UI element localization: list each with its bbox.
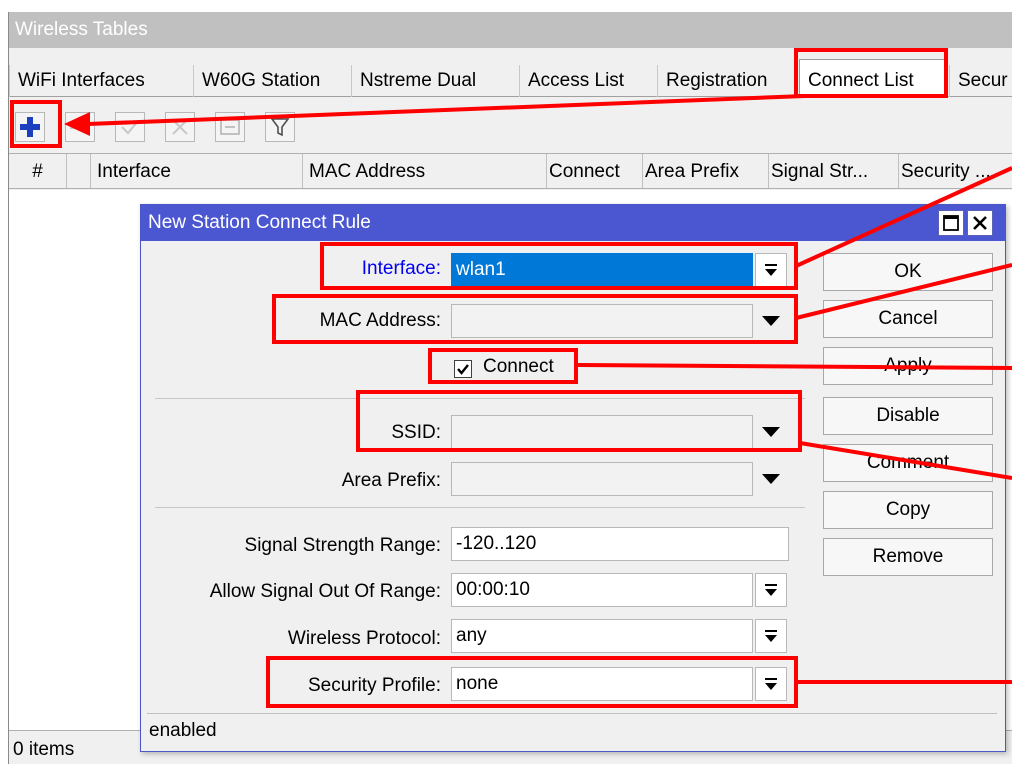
annotation-box-mac-address [272,294,798,344]
allow-signal-out-of-range-field[interactable]: 00:00:10 [451,573,753,607]
allow-signal-out-of-range-dropdown-button[interactable] [755,573,787,607]
tab-registration[interactable]: Registration [657,65,797,97]
column-flags[interactable] [67,154,91,188]
annotation-box-connect-list [794,48,948,98]
column-mac-address[interactable]: MAC Address [303,154,547,188]
wireless-protocol-value: any [456,625,487,646]
column-interface[interactable]: Interface [91,154,303,188]
dropdown-arrow-icon [765,630,777,642]
allow-signal-out-of-range-value: 00:00:10 [456,579,530,600]
enable-icon [121,120,139,135]
area-prefix-label: Area Prefix: [341,470,441,491]
dialog-status-bar: enabled [147,713,997,747]
comment-icon [220,119,240,135]
dialog-title: New Station Connect Rule [148,212,371,233]
remove-button[interactable]: Remove [823,538,993,576]
column-number[interactable]: # [9,154,67,188]
tab-nstreme-dual[interactable]: Nstreme Dual [351,65,519,97]
tab-wifi-interfaces[interactable]: WiFi Interfaces [9,65,193,97]
comment-button[interactable] [215,112,245,142]
signal-strength-range-field[interactable]: -120..120 [451,527,789,561]
column-area-prefix[interactable]: Area Prefix [643,154,769,188]
comment-button[interactable]: Comment [823,444,993,482]
disable-button[interactable]: Disable [823,397,993,435]
area-prefix-dropdown-button[interactable] [755,462,787,496]
apply-button[interactable]: Apply [823,347,993,385]
item-count: 0 items [13,739,75,760]
filter-icon [270,118,290,137]
rule-status: enabled [149,720,217,741]
wireless-protocol-field[interactable]: any [451,619,753,653]
close-icon [973,216,987,230]
filter-button[interactable] [265,112,295,142]
disable-button[interactable] [165,112,195,142]
annotation-box-add [10,100,62,148]
enable-button[interactable] [115,112,145,142]
annotation-box-connect [428,348,578,384]
area-prefix-field[interactable] [451,462,753,496]
allow-signal-out-of-range-label: Allow Signal Out Of Range: [209,581,441,602]
disable-icon [172,119,188,135]
window-title-bar[interactable]: Wireless Tables [9,12,1012,48]
dropdown-arrow-icon [765,584,777,596]
close-button[interactable] [967,210,993,236]
annotation-box-interface [320,242,798,290]
column-connect[interactable]: Connect [547,154,643,188]
annotation-box-ssid [356,390,802,452]
remove-button[interactable] [65,112,95,142]
cancel-button[interactable]: Cancel [823,300,993,338]
tab-w60g-station[interactable]: W60G Station [193,65,351,97]
copy-button[interactable]: Copy [823,491,993,529]
separator [155,507,805,508]
signal-strength-range-label: Signal Strength Range: [244,535,441,556]
wireless-protocol-dropdown-button[interactable] [755,619,787,653]
tab-access-list[interactable]: Access List [519,65,657,97]
tab-security[interactable]: Secur [949,65,1012,97]
ok-button[interactable]: OK [823,253,993,291]
wireless-protocol-label: Wireless Protocol: [287,628,441,649]
toolbar [9,108,1012,148]
maximize-icon [943,215,959,231]
table-header: # Interface MAC Address Connect Area Pre… [9,153,1012,189]
window-title: Wireless Tables [15,19,148,40]
remove-icon [70,125,90,129]
chevron-down-icon [762,474,780,484]
column-signal-strength[interactable]: Signal Str... [769,154,899,188]
annotation-box-security-profile [266,656,798,708]
column-security[interactable]: Security ... [899,154,1012,188]
signal-strength-range-value: -120..120 [456,533,537,554]
dialog-title-bar[interactable]: New Station Connect Rule [141,205,1005,241]
maximize-button[interactable] [938,210,964,236]
